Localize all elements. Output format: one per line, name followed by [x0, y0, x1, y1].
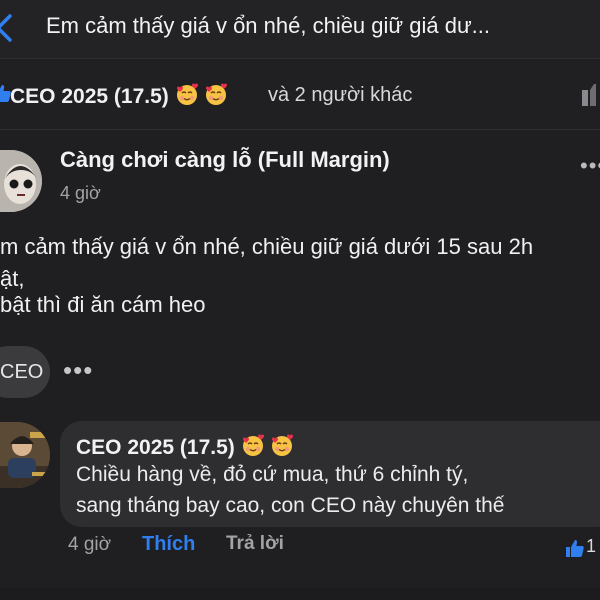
person-avatar-icon: [0, 422, 50, 488]
page-title: Em cảm thấy giá v ổn nhé, chiều giữ giá …: [46, 13, 491, 38]
post-author[interactable]: Càng chơi càng lỗ (Full Margin): [60, 147, 390, 173]
top-bar: Em cảm thấy giá v ổn nhé, chiều giữ giá …: [0, 0, 600, 59]
post-text-line: ật,: [0, 266, 25, 291]
more-dots-icon[interactable]: •••: [63, 355, 93, 386]
smiling-face-with-hearts-icon: [206, 83, 228, 105]
comment-avatar[interactable]: [0, 422, 50, 488]
more-options-icon[interactable]: •••: [580, 153, 600, 179]
thumbs-up-outline-icon[interactable]: [580, 82, 600, 110]
reaction-user[interactable]: CEO 2025 (17.5): [10, 82, 228, 109]
smiling-face-with-hearts-icon: [242, 434, 264, 456]
comment-author-name: CEO 2025 (17.5): [76, 436, 235, 459]
smiling-face-with-hearts-icon: [272, 434, 294, 456]
post-text-line: bật thì đi ăn cám heo: [0, 292, 206, 317]
divider: [0, 588, 600, 600]
comment-text-line: sang tháng bay cao, con CEO này chuyên t…: [76, 494, 505, 517]
doll-avatar-icon: [0, 150, 42, 212]
like-icon[interactable]: [564, 538, 586, 558]
post-time: 4 giờ: [60, 183, 101, 203]
comment-time: 4 giờ: [68, 534, 112, 555]
tag-chip-label: CEO: [0, 361, 44, 383]
comment-text-line: Chiều hàng về, đỏ cứ mua, thứ 6 chỉnh tý…: [76, 463, 469, 486]
comment-like-button[interactable]: Thích: [142, 533, 195, 556]
comment-reply-button[interactable]: Trả lời: [226, 533, 284, 555]
reaction-user-name: CEO 2025 (17.5): [10, 85, 169, 108]
reaction-others[interactable]: và 2 người khác: [268, 84, 412, 107]
comment-like-count: 1: [586, 536, 597, 556]
post-text-line: m cảm thấy giá v ổn nhé, chiều giữ giá d…: [0, 234, 534, 259]
smiling-face-with-hearts-icon: [176, 83, 198, 105]
comment-author[interactable]: CEO 2025 (17.5): [76, 433, 294, 460]
avatar[interactable]: [0, 150, 42, 212]
back-arrow-icon[interactable]: [0, 10, 22, 46]
